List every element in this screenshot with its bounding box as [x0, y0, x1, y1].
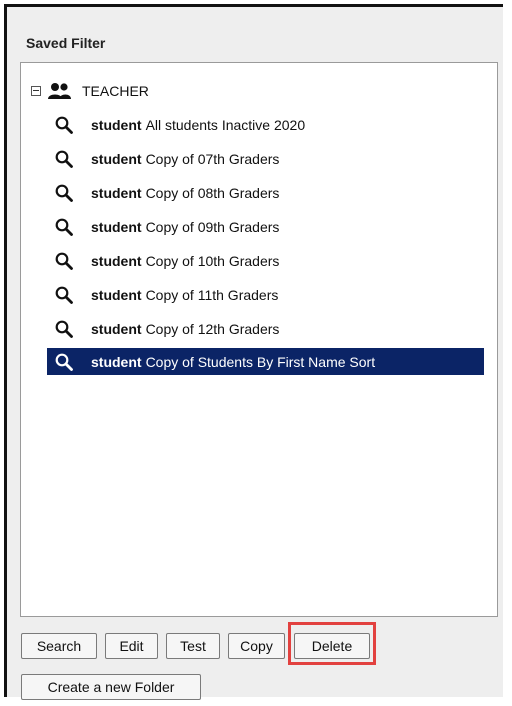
filter-type: student [91, 218, 142, 235]
collapse-minus-icon[interactable] [31, 86, 41, 96]
test-button[interactable]: Test [166, 633, 220, 659]
filter-type: student [91, 286, 142, 303]
filter-item-3[interactable]: student Copy of 09th Graders [47, 213, 484, 240]
filter-name: Copy of 10th Graders [145, 252, 280, 269]
user-group-icon [48, 83, 71, 99]
tree-root-label: TEACHER [82, 83, 149, 99]
filter-item-5[interactable]: student Copy of 11th Graders [47, 281, 484, 308]
filter-type: student [91, 150, 142, 167]
search-icon [55, 286, 73, 304]
filter-item-7-selected[interactable]: student Copy of Students By First Name S… [47, 348, 484, 375]
filter-name: Copy of 09th Graders [145, 218, 280, 235]
filter-type: student [91, 116, 142, 133]
filter-name: Copy of Students By First Name Sort [145, 353, 376, 370]
filter-name: Copy of 12th Graders [145, 320, 280, 337]
filter-type: student [91, 353, 142, 370]
filter-type: student [91, 184, 142, 201]
edit-button[interactable]: Edit [105, 633, 158, 659]
filter-item-4[interactable]: student Copy of 10th Graders [47, 247, 484, 274]
search-icon [55, 353, 73, 371]
panel-title: Saved Filter [26, 35, 106, 51]
copy-button[interactable]: Copy [228, 633, 285, 659]
search-icon [55, 252, 73, 270]
search-icon [55, 320, 73, 338]
filter-type: student [91, 320, 142, 337]
delete-highlight-box [288, 622, 376, 665]
tree-root-teacher[interactable]: TEACHER [31, 80, 149, 102]
filter-name: Copy of 07th Graders [145, 150, 280, 167]
filter-item-1[interactable]: student Copy of 07th Graders [47, 145, 484, 172]
search-icon [55, 184, 73, 202]
filter-tree[interactable]: TEACHER student All students Inactive 20… [20, 62, 498, 617]
filter-name: All students Inactive 2020 [145, 116, 306, 133]
filter-name: Copy of 11th Graders [145, 286, 279, 303]
filter-name: Copy of 08th Graders [145, 184, 280, 201]
create-folder-button[interactable]: Create a new Folder [21, 674, 201, 700]
filter-item-2[interactable]: student Copy of 08th Graders [47, 179, 484, 206]
search-icon [55, 150, 73, 168]
filter-type: student [91, 252, 142, 269]
filter-item-6[interactable]: student Copy of 12th Graders [47, 315, 484, 342]
search-button[interactable]: Search [21, 633, 97, 659]
search-icon [55, 218, 73, 236]
search-icon [55, 116, 73, 134]
filter-item-0[interactable]: student All students Inactive 2020 [47, 111, 484, 138]
